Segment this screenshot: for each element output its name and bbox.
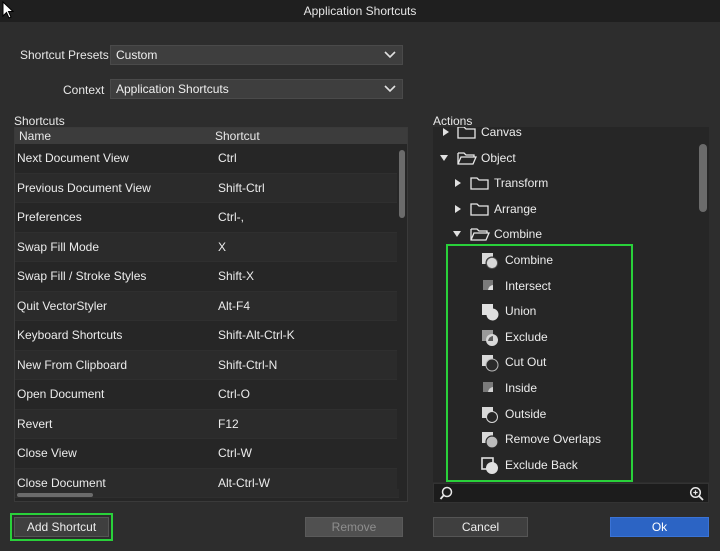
shortcut-name-cell: Open Document (17, 387, 105, 401)
table-header: Name Shortcut (15, 128, 407, 144)
shortcut-name-cell: Revert (17, 416, 53, 431)
actions-heading: Actions (433, 114, 473, 128)
shortcut-name-cell: New From Clipboard (17, 357, 128, 372)
context-dropdown[interactable]: Application Shortcuts (110, 79, 403, 99)
table-row[interactable]: Revert F12 (15, 409, 399, 439)
column-header-shortcut[interactable]: Shortcut (215, 128, 260, 144)
folder-icon (470, 177, 489, 190)
shortcut-key-cell: Ctrl-, (218, 210, 244, 224)
table-row[interactable]: Preferences Ctrl-, (15, 203, 399, 233)
context-value: Application Shortcuts (116, 82, 229, 96)
table-row[interactable]: Swap Fill Mode X (15, 232, 399, 262)
combine-items-highlight (446, 244, 633, 482)
chevron-down-icon (384, 85, 396, 93)
shortcut-key-cell: F12 (218, 416, 239, 431)
table-row[interactable]: Close View Ctrl-W (15, 439, 399, 469)
table-row[interactable]: Open Document Ctrl-O (15, 380, 399, 410)
cancel-button[interactable]: Cancel (433, 517, 528, 537)
zoom-search-icon[interactable] (689, 486, 704, 501)
shortcut-key-cell: Ctrl (218, 151, 237, 165)
shortcut-name-cell: Close View (17, 446, 77, 460)
tree-node-label: Object (481, 151, 516, 165)
presets-value: Custom (116, 48, 158, 62)
window-title: Application Shortcuts (303, 4, 417, 18)
shortcut-key-cell: Alt-F4 (218, 298, 251, 313)
ok-button[interactable]: Ok (610, 517, 709, 537)
shortcut-name-cell: Previous Document View (17, 180, 151, 195)
title-bar: Application Shortcuts (0, 0, 720, 22)
table-row[interactable]: Keyboard Shortcuts Shift-Alt-Ctrl-K (15, 321, 399, 351)
shortcut-key-cell: Ctrl-W (218, 446, 252, 460)
shortcut-name-cell: Swap Fill Mode (17, 239, 100, 254)
shortcut-name-cell: Keyboard Shortcuts (17, 328, 123, 342)
actions-search-bar (433, 483, 709, 503)
table-row[interactable]: Previous Document View Shift-Ctrl (15, 173, 399, 203)
shortcut-key-cell: Shift-Ctrl (218, 180, 265, 195)
chevron-right-icon[interactable] (441, 127, 451, 137)
context-label: Context (63, 83, 105, 97)
tree-node-arrange[interactable]: Arrange (433, 198, 693, 220)
remove-button[interactable]: Remove (305, 517, 403, 537)
shortcut-key-cell: Ctrl-O (218, 387, 250, 401)
actions-search-input[interactable] (456, 486, 686, 500)
shortcut-key-cell: Shift-X (218, 269, 255, 283)
tree-node-canvas[interactable]: Canvas (433, 127, 693, 143)
chevron-right-icon[interactable] (453, 178, 463, 188)
folder-open-icon (470, 228, 490, 241)
chevron-down-icon[interactable] (439, 153, 449, 163)
shortcut-key-cell: X (218, 239, 227, 254)
tree-node-label: Combine (494, 227, 543, 241)
chevron-right-icon[interactable] (453, 204, 463, 214)
presets-label: Shortcut Presets (20, 48, 109, 62)
tree-node-label: Transform (494, 176, 549, 190)
shortcut-key-cell: Shift-Alt-Ctrl-K (218, 328, 295, 342)
table-row[interactable]: Next Document View Ctrl (15, 144, 399, 174)
shortcut-name-cell: Preferences (17, 210, 82, 224)
shortcut-name-cell: Quit VectorStyler (17, 298, 108, 313)
table-vertical-scroll-thumb[interactable] (399, 150, 405, 218)
shortcuts-table: Name Shortcut Next Document View Ctrl Prev… (14, 127, 408, 502)
table-row[interactable]: Quit VectorStyler Alt-F4 (15, 291, 399, 321)
tree-node-label: Canvas (481, 127, 522, 139)
shortcuts-heading: Shortcuts (14, 114, 65, 128)
chevron-down-icon (384, 51, 396, 59)
column-header-name[interactable]: Name (19, 128, 51, 144)
folder-open-icon (457, 152, 477, 165)
tree-node-object[interactable]: Object (433, 147, 693, 169)
table-horizontal-scroll-thumb[interactable] (17, 493, 93, 497)
add-shortcut-button[interactable]: Add Shortcut (10, 513, 113, 541)
tree-node-combine[interactable]: Combine (433, 223, 693, 245)
shortcut-name-cell: Next Document View (17, 151, 129, 165)
folder-icon (470, 203, 489, 216)
folder-icon (457, 127, 476, 139)
tree-node-transform[interactable]: Transform (433, 172, 693, 194)
tree-vertical-scroll-thumb[interactable] (699, 144, 707, 212)
shortcut-name-cell: Swap Fill / Stroke Styles (17, 269, 147, 283)
tree-node-label: Arrange (494, 202, 537, 216)
shortcut-key-cell: Shift-Ctrl-N (218, 357, 278, 372)
search-icon (439, 486, 453, 500)
presets-dropdown[interactable]: Custom (110, 45, 403, 65)
shortcut-key-cell: Alt-Ctrl-W (218, 475, 270, 490)
chevron-down-icon[interactable] (452, 229, 462, 239)
table-row[interactable]: Swap Fill / Stroke Styles Shift-X (15, 262, 399, 292)
table-row[interactable]: New From Clipboard Shift-Ctrl-N (15, 350, 399, 380)
mouse-cursor-icon (2, 1, 15, 19)
